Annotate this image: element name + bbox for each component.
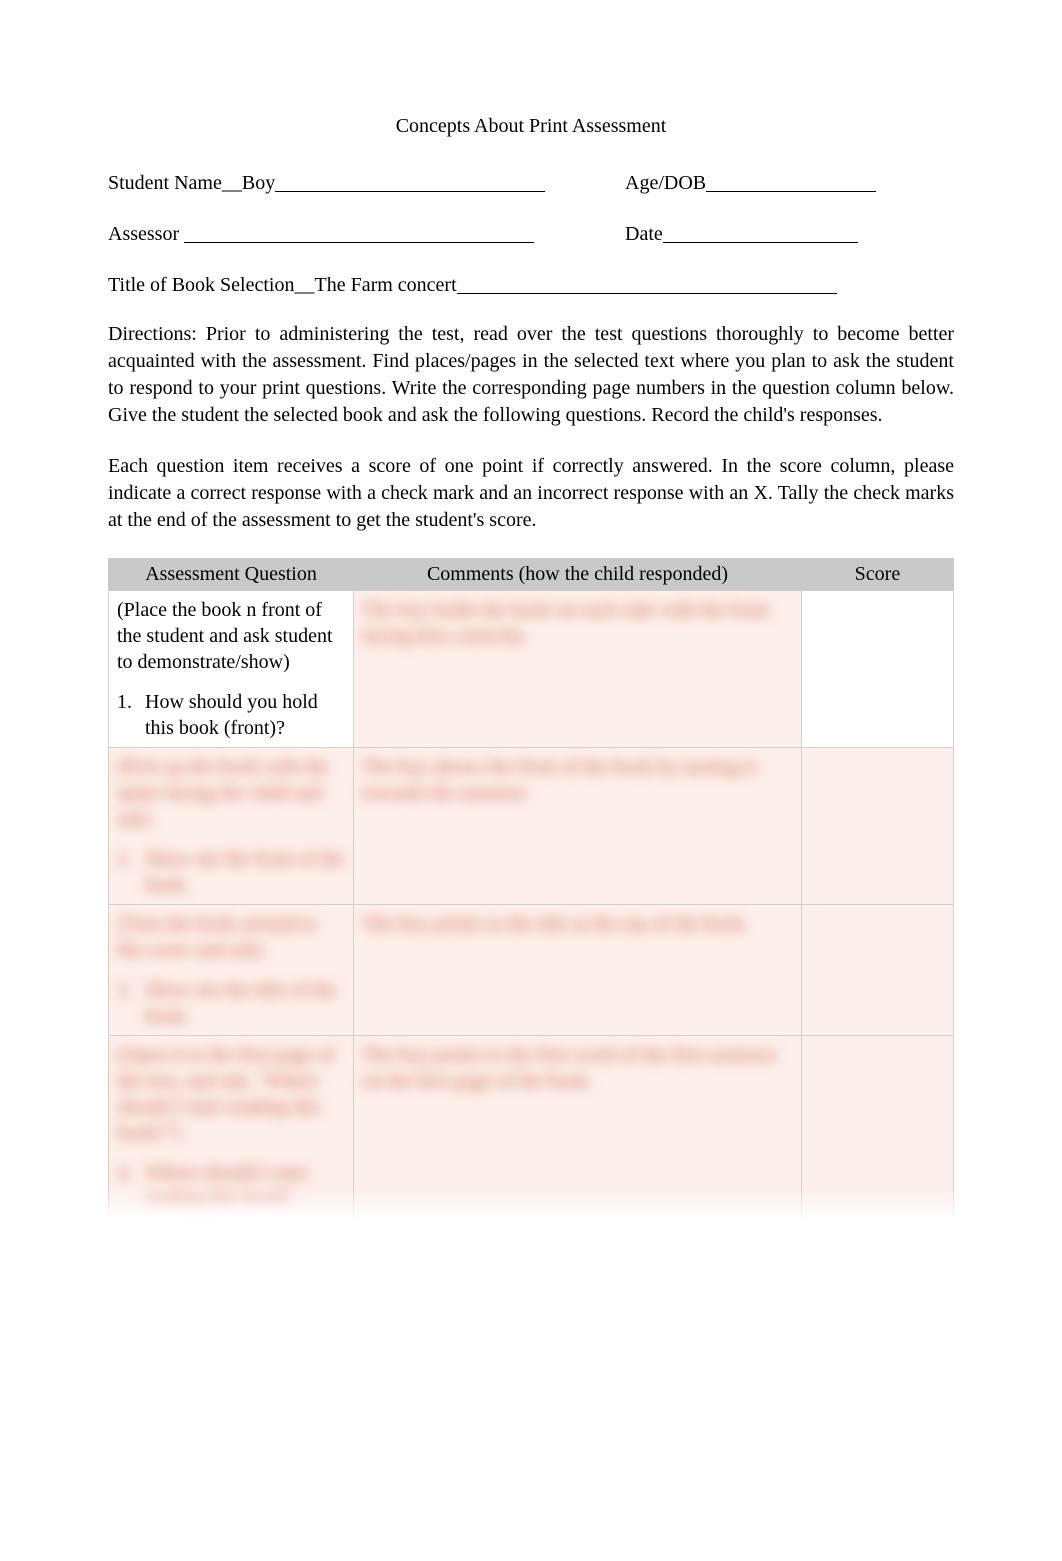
book-title-label: Title of Book Selection__ [108, 274, 314, 296]
question-text: Show me the front of the book. [145, 846, 345, 898]
question-intro: (Turn the book around to the cover and a… [117, 911, 345, 963]
table-row: (Place the book n front of the student a… [109, 591, 954, 748]
comment-cell: The boy points to the first word of the … [354, 1036, 802, 1219]
row-assessor-date: Assessor Date [108, 219, 954, 246]
assessment-table-wrap: Assessment Question Comments (how the ch… [108, 558, 954, 1219]
assessor-line [184, 222, 534, 243]
comment-cell: The boy holds the book on each side with… [354, 591, 802, 748]
page: Concepts About Print Assessment Student … [0, 0, 1062, 1561]
student-name-label: Student Name__ [108, 172, 242, 194]
question-number: 2. [117, 846, 145, 898]
directions-text: Directions: Prior to administering the t… [108, 321, 954, 429]
row-book-title: Title of Book Selection__The Farm concer… [108, 270, 954, 297]
field-student-name: Student Name__Boy [108, 168, 585, 195]
question-cell: (Turn the book around to the cover and a… [109, 905, 354, 1036]
comment-text: The boy holds the book on each side with… [362, 597, 793, 649]
question-numbered: 3.Show me the title of the book. [117, 977, 345, 1029]
student-name-line [275, 171, 545, 192]
score-cell [801, 748, 953, 905]
question-number: 1. [117, 689, 145, 741]
question-intro: (Place the book n front of the student a… [117, 597, 345, 675]
page-title: Concepts About Print Assessment [108, 115, 954, 138]
age-line [706, 171, 876, 192]
date-line [663, 222, 858, 243]
assessor-label: Assessor [108, 223, 179, 245]
field-date: Date [625, 219, 954, 246]
question-numbered: 1.How should you hold this book (front)? [117, 689, 345, 741]
book-title-line [457, 273, 837, 294]
assessment-table: Assessment Question Comments (how the ch… [108, 558, 954, 1219]
field-assessor: Assessor [108, 219, 585, 246]
question-numbered: 2.Show me the front of the book. [117, 846, 345, 898]
age-label: Age/DOB [625, 172, 706, 194]
score-cell [801, 905, 953, 1036]
question-cell: (Place the book n front of the student a… [109, 591, 354, 748]
scoring-text: Each question item receives a score of o… [108, 453, 954, 534]
book-title-value: The Farm concert [314, 274, 456, 296]
comment-text: The boy points to the first word of the … [362, 1042, 793, 1094]
question-text: Where should I start reading this book? [145, 1160, 345, 1212]
question-text: Show me the title of the book. [145, 977, 345, 1029]
score-cell [801, 591, 953, 748]
header-score: Score [801, 559, 953, 591]
table-row: (Open it to the first page of the text, … [109, 1036, 954, 1219]
question-intro: (Open it to the first page of the text, … [117, 1042, 345, 1146]
row-student-age: Student Name__Boy Age/DOB [108, 168, 954, 195]
question-number: 3. [117, 977, 145, 1029]
question-cell: (Open it to the first page of the text, … [109, 1036, 354, 1219]
date-label: Date [625, 223, 663, 245]
comment-cell: The boy points to the title at the top o… [354, 905, 802, 1036]
table-row: (Turn the book around to the cover and a… [109, 905, 954, 1036]
question-number: 4. [117, 1160, 145, 1212]
question-numbered: 4.Where should I start reading this book… [117, 1160, 345, 1212]
question-text: How should you hold this book (front)? [145, 689, 345, 741]
field-age: Age/DOB [625, 168, 954, 195]
table-row: (Pick up the book with the spine facing … [109, 748, 954, 905]
header-comments: Comments (how the child responded) [354, 559, 802, 591]
header-question: Assessment Question [109, 559, 354, 591]
field-book-title: Title of Book Selection__The Farm concer… [108, 270, 954, 297]
question-intro: (Pick up the book with the spine facing … [117, 754, 345, 832]
comment-text: The boy points to the title at the top o… [362, 911, 793, 937]
table-header-row: Assessment Question Comments (how the ch… [109, 559, 954, 591]
score-cell [801, 1036, 953, 1219]
comment-text: The boy shows the front of the book by t… [362, 754, 793, 806]
question-cell: (Pick up the book with the spine facing … [109, 748, 354, 905]
comment-cell: The boy shows the front of the book by t… [354, 748, 802, 905]
student-name-value: Boy [242, 172, 275, 194]
